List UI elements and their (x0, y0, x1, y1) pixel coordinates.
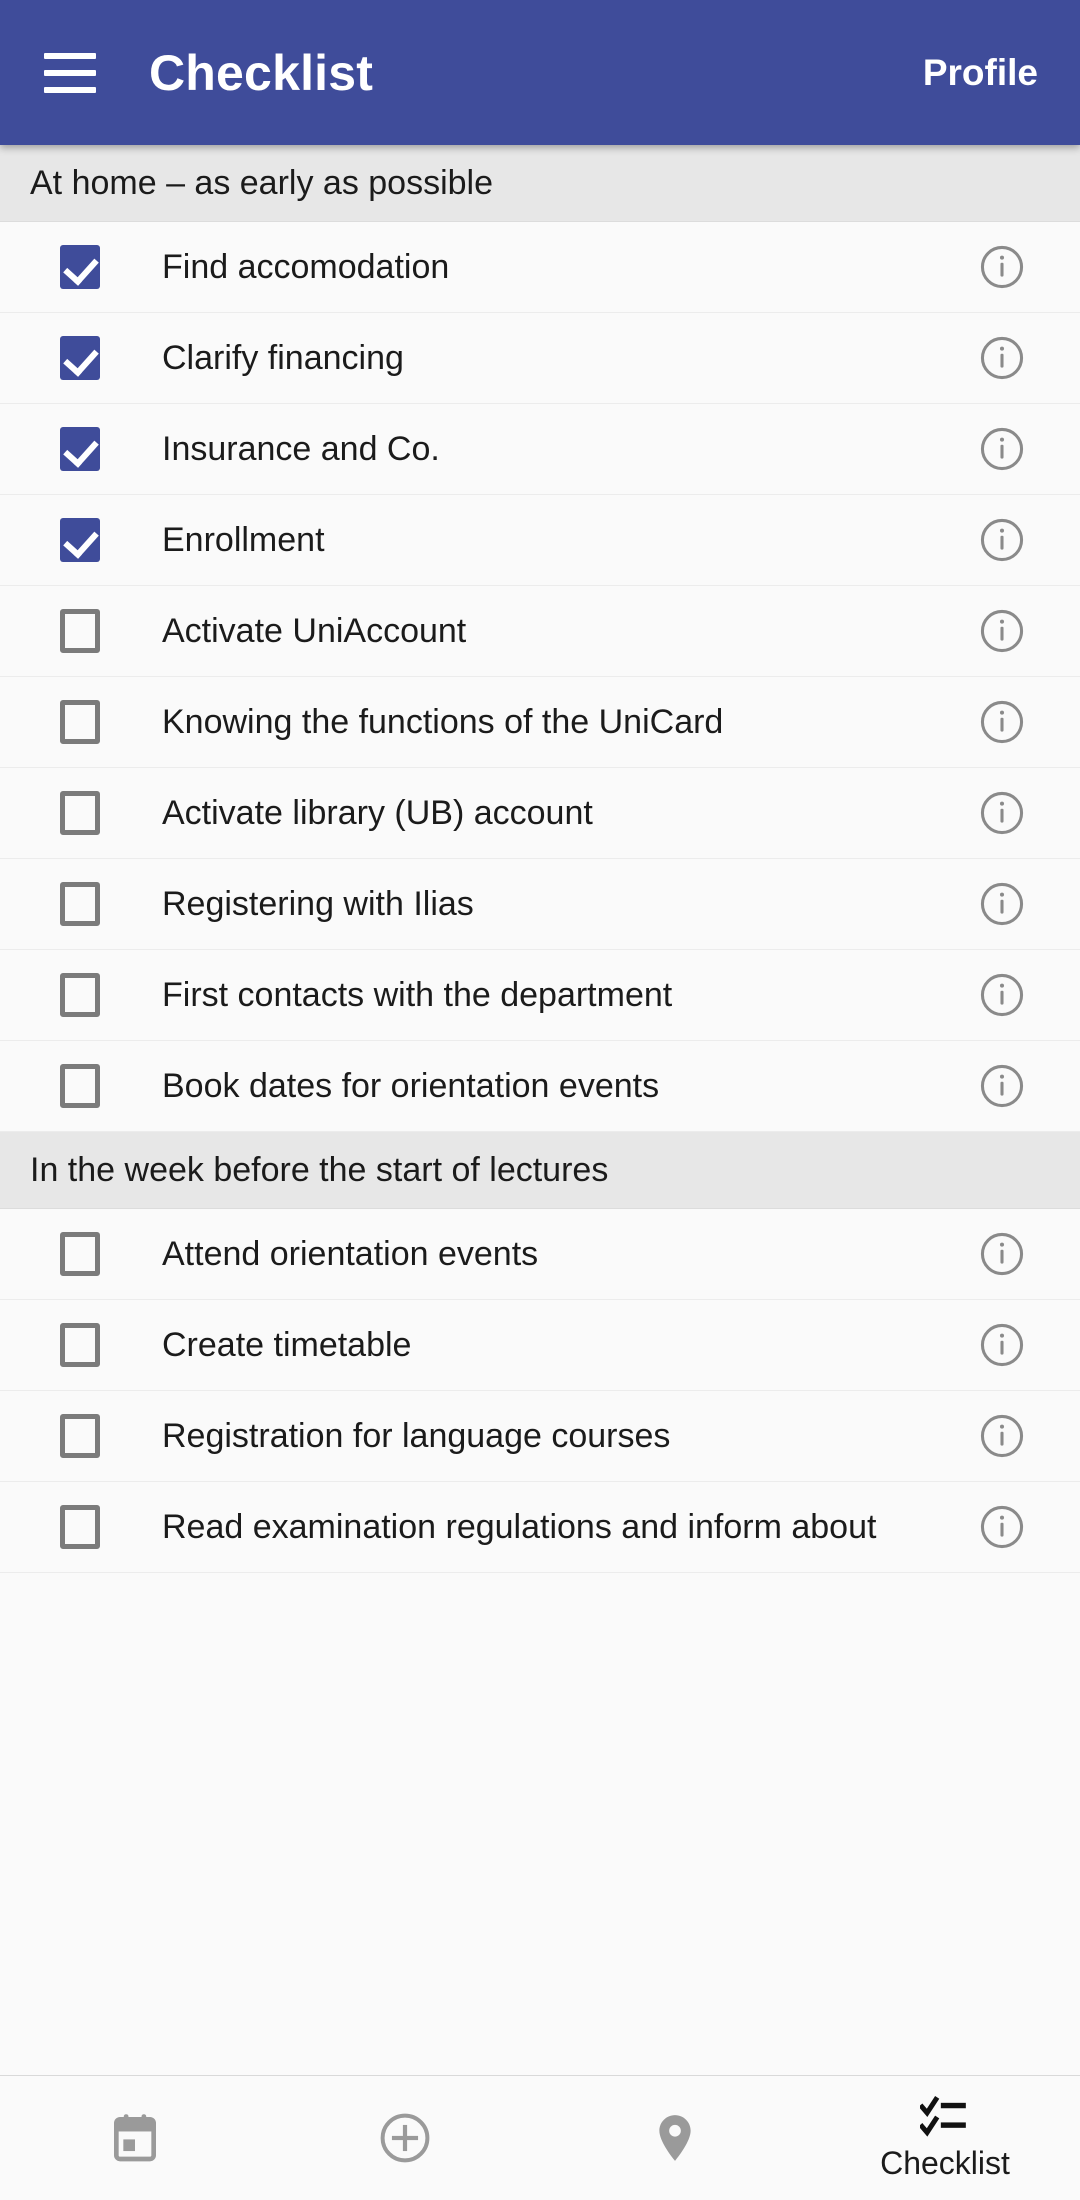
page-title: Checklist (149, 44, 374, 101)
checklist-row[interactable]: Registering with Ilias (0, 859, 1080, 950)
profile-button[interactable]: Profile (923, 52, 1038, 94)
checklist-item-label: Knowing the functions of the UniCard (162, 702, 724, 741)
checkbox-unchecked[interactable] (60, 609, 100, 653)
checklist-row[interactable]: Clarify financing (0, 313, 1080, 404)
nav-item-checklist[interactable]: Checklist (810, 2076, 1080, 2200)
checklist-item-label: Activate UniAccount (162, 611, 467, 650)
info-icon[interactable] (979, 608, 1025, 654)
bottom-navigation: Checklist (0, 2075, 1080, 2200)
info-icon[interactable] (979, 1413, 1025, 1459)
checklist-item-label: Create timetable (162, 1325, 412, 1364)
info-icon[interactable] (979, 699, 1025, 745)
checklist-item-label: Attend orientation events (162, 1234, 539, 1273)
checklist-row[interactable]: Activate library (UB) account (0, 768, 1080, 859)
checkbox-unchecked[interactable] (60, 1414, 100, 1458)
section-header: In the week before the start of lectures (0, 1132, 1080, 1209)
checklist-row[interactable]: Read examination regulations and inform … (0, 1482, 1080, 1573)
calendar-icon (107, 2110, 163, 2166)
info-icon[interactable] (979, 426, 1025, 472)
checkbox-unchecked[interactable] (60, 973, 100, 1017)
checklist-row[interactable]: Activate UniAccount (0, 586, 1080, 677)
checklist-item-label: Find accomodation (162, 247, 450, 286)
checklist-item-label: Enrollment (162, 520, 325, 559)
checkbox-unchecked[interactable] (60, 1505, 100, 1549)
checklist-item-label: Read examination regulations and inform … (162, 1507, 877, 1546)
plus-circle-icon (377, 2110, 433, 2166)
app-bar: Checklist Profile (0, 0, 1080, 145)
checklist-item-label: Activate library (UB) account (162, 793, 593, 832)
nav-item-label: Checklist (880, 2144, 1010, 2181)
hamburger-menu-icon[interactable] (44, 52, 96, 93)
info-icon[interactable] (979, 881, 1025, 927)
checkbox-checked[interactable] (60, 427, 100, 471)
checkbox-unchecked[interactable] (60, 1064, 100, 1108)
checklist-row[interactable]: Registration for language courses (0, 1391, 1080, 1482)
nav-item-plus-circle[interactable] (270, 2076, 540, 2200)
info-icon[interactable] (979, 1322, 1025, 1368)
checkbox-checked[interactable] (60, 336, 100, 380)
info-icon[interactable] (979, 790, 1025, 836)
location-pin-icon (647, 2110, 703, 2166)
info-icon[interactable] (979, 1063, 1025, 1109)
checklist-item-label: Insurance and Co. (162, 429, 440, 468)
checklist-item-label: Book dates for orientation events (162, 1066, 660, 1105)
checklist-item-label: Clarify financing (162, 338, 404, 377)
checklist-item-label: Registration for language courses (162, 1416, 671, 1455)
checklist-screen: Checklist Profile At home – as early as … (0, 0, 1080, 2200)
checklist-row[interactable]: Insurance and Co. (0, 404, 1080, 495)
checklist-row[interactable]: Create timetable (0, 1300, 1080, 1391)
checklist-row[interactable]: Knowing the functions of the UniCard (0, 677, 1080, 768)
checklist-row[interactable]: First contacts with the department (0, 950, 1080, 1041)
checklist-item-label: First contacts with the department (162, 975, 673, 1014)
checkbox-unchecked[interactable] (60, 1232, 100, 1276)
info-icon[interactable] (979, 1504, 1025, 1550)
checklist-row[interactable]: Enrollment (0, 495, 1080, 586)
info-icon[interactable] (979, 244, 1025, 290)
checkbox-unchecked[interactable] (60, 1323, 100, 1367)
checklist-row[interactable]: Book dates for orientation events (0, 1041, 1080, 1132)
nav-item-location-pin[interactable] (540, 2076, 810, 2200)
checkbox-unchecked[interactable] (60, 791, 100, 835)
info-icon[interactable] (979, 335, 1025, 381)
info-icon[interactable] (979, 517, 1025, 563)
checklist-scroll-container[interactable]: At home – as early as possible Find accom… (0, 145, 1080, 2075)
section-header: At home – as early as possible (0, 145, 1080, 222)
checklist-item-label: Registering with Ilias (162, 884, 474, 923)
checkbox-unchecked[interactable] (60, 882, 100, 926)
checklist-row[interactable]: Find accomodation (0, 222, 1080, 313)
checkbox-checked[interactable] (60, 245, 100, 289)
checklist-row[interactable]: Attend orientation events (0, 1209, 1080, 1300)
nav-item-calendar[interactable] (0, 2076, 270, 2200)
checkbox-unchecked[interactable] (60, 700, 100, 744)
checkbox-checked[interactable] (60, 518, 100, 562)
checklist-icon (920, 2095, 970, 2139)
info-icon[interactable] (979, 1231, 1025, 1277)
info-icon[interactable] (979, 972, 1025, 1018)
